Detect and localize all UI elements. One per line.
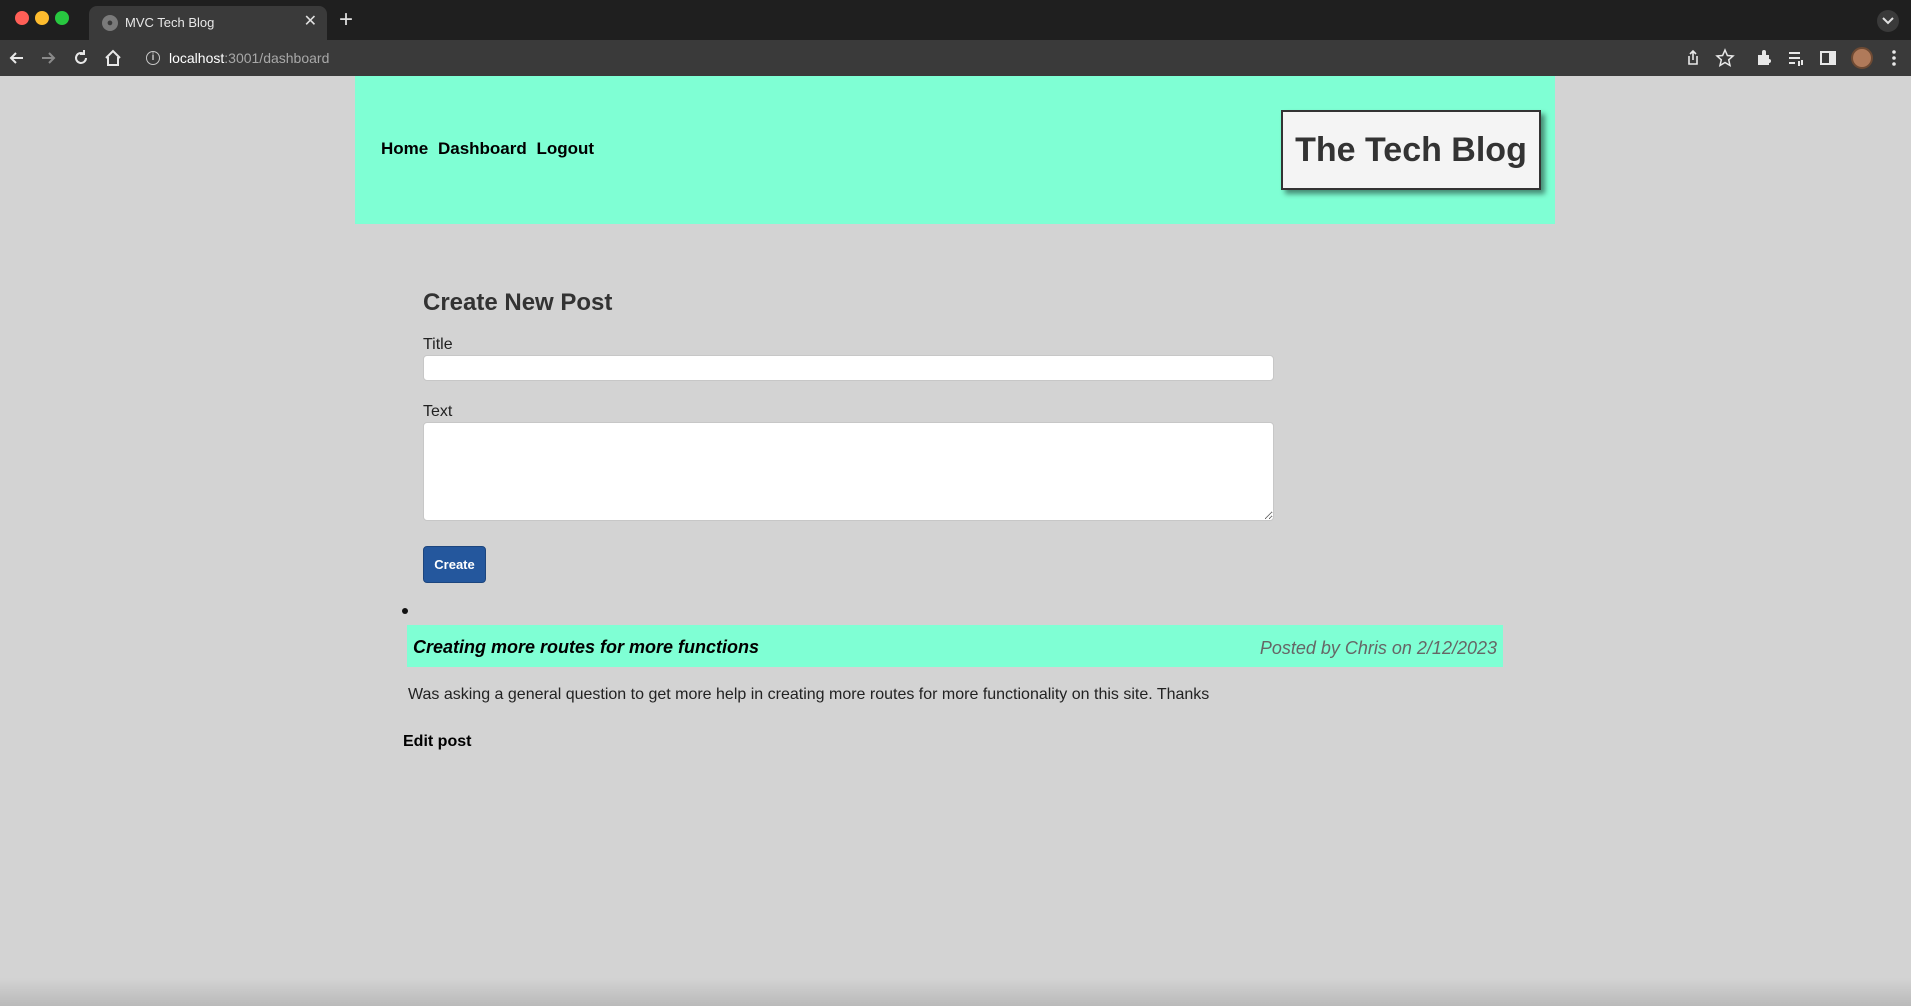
list-bullet <box>402 608 408 614</box>
more-menu-icon[interactable] <box>1884 48 1904 68</box>
extensions-icon[interactable] <box>1754 48 1774 68</box>
chevron-down-icon <box>1882 17 1894 25</box>
edit-post-link[interactable]: Edit post <box>403 733 471 751</box>
post-header: Creating more routes for more functions … <box>407 625 1503 667</box>
url-text: localhost:3001/dashboard <box>169 50 330 66</box>
tab-search-button[interactable] <box>1877 10 1899 32</box>
title-label: Title <box>423 336 453 353</box>
tab-title: MVC Tech Blog <box>125 15 215 30</box>
browser-tab-bar: ● MVC Tech Blog ✕ + <box>0 0 1911 40</box>
post-text-input[interactable] <box>423 422 1274 521</box>
create-post-button[interactable]: Create <box>423 546 486 583</box>
close-window-button[interactable] <box>15 11 29 25</box>
share-icon[interactable] <box>1683 48 1703 68</box>
create-post-heading: Create New Post <box>423 289 613 316</box>
post-title-input[interactable] <box>423 355 1274 381</box>
site-header: Home Dashboard Logout The Tech Blog <box>355 76 1555 224</box>
site-brand: The Tech Blog <box>1281 110 1541 190</box>
nav-home-link[interactable]: Home <box>381 139 428 158</box>
profile-avatar[interactable] <box>1851 47 1873 69</box>
back-icon[interactable] <box>7 48 27 68</box>
reload-icon[interactable] <box>71 48 91 68</box>
forward-icon[interactable] <box>38 48 58 68</box>
post-body: Was asking a general question to get mor… <box>408 686 1210 703</box>
side-panel-icon[interactable] <box>1818 48 1838 68</box>
nav-dashboard-link[interactable]: Dashboard <box>438 139 527 158</box>
browser-toolbar: i localhost:3001/dashboard <box>0 40 1911 76</box>
home-icon[interactable] <box>103 48 123 68</box>
window-bottom-shadow <box>0 978 1911 1006</box>
globe-icon: ● <box>102 15 118 31</box>
browser-tab[interactable]: ● MVC Tech Blog ✕ <box>89 6 327 40</box>
reading-list-icon[interactable] <box>1786 48 1806 68</box>
minimize-window-button[interactable] <box>35 11 49 25</box>
site-info-icon[interactable]: i <box>146 51 160 65</box>
new-tab-icon[interactable]: + <box>339 6 353 34</box>
post-meta: Posted by Chris on 2/12/2023 <box>1259 638 1497 658</box>
post-title: Creating more routes for more functions <box>413 637 760 657</box>
address-bar[interactable]: i localhost:3001/dashboard <box>136 44 1676 72</box>
bookmark-star-icon[interactable] <box>1715 48 1735 68</box>
main-nav: Home Dashboard Logout <box>381 139 599 159</box>
text-label: Text <box>423 403 453 420</box>
maximize-window-button[interactable] <box>55 11 69 25</box>
close-tab-icon[interactable]: ✕ <box>304 13 317 31</box>
nav-logout-link[interactable]: Logout <box>537 139 595 158</box>
